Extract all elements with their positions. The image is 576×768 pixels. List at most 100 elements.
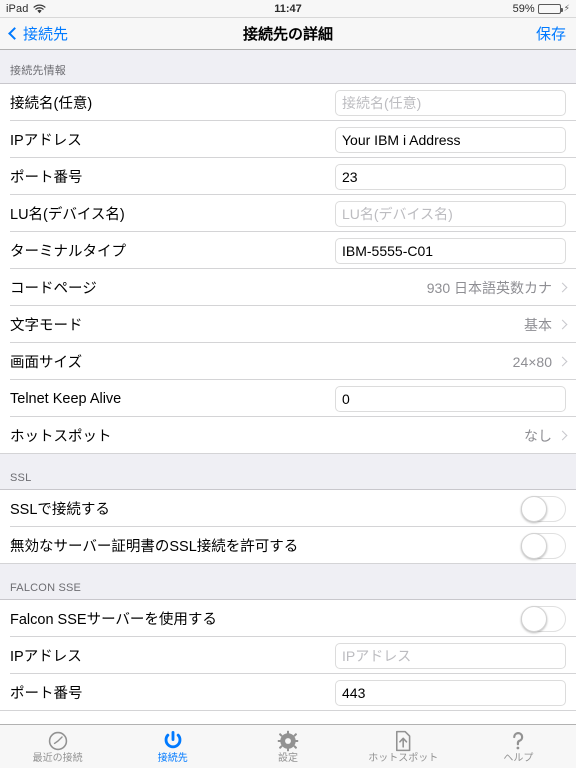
back-button[interactable]: 接続先 — [8, 23, 69, 44]
status-bar-right: 59% ⚡ — [513, 3, 570, 15]
settings-row: 接続名(任意) 接続名(任意) — [0, 84, 576, 121]
text-input[interactable]: 接続名(任意) — [335, 89, 566, 116]
settings-row-label: IPアドレス — [10, 133, 82, 149]
settings-row-label: 無効なサーバー証明書のSSL接続を許可する — [10, 539, 299, 555]
settings-row-label: SSLで接続する — [10, 502, 110, 518]
settings-row: ポート番号 443 — [0, 674, 576, 711]
battery-percent-label: 59% — [512, 2, 535, 15]
page-title: 接続先の詳細 — [242, 26, 333, 43]
settings-row-label: Falcon SSEサーバーを使用する — [10, 612, 217, 628]
settings-row-label: LU名(デバイス名) — [10, 207, 125, 223]
ipad-screen: iPad 11:47 59% ⚡ 接続先 接続先の詳細 保存 接続先情報 接続名… — [0, 0, 576, 768]
settings-row-value: なし — [524, 426, 568, 446]
text-input[interactable]: IPアドレス — [335, 642, 566, 669]
settings-row: IPアドレス Your IBM i Address — [0, 121, 576, 158]
toggle-knob — [521, 532, 547, 559]
power-icon — [162, 729, 184, 752]
settings-row-value: LU名(デバイス名) — [335, 200, 566, 227]
text-input[interactable]: 23 — [335, 163, 566, 190]
settings-table: 接続先情報接続名(任意) 接続名(任意) IPアドレス Your IBM i Addr… — [0, 50, 576, 724]
settings-row[interactable]: 文字モード 基本 — [0, 306, 576, 343]
save-button[interactable]: 保存 — [536, 23, 566, 44]
document-upload-icon — [392, 729, 414, 752]
settings-row-label: ホットスポット — [10, 429, 112, 445]
text-input[interactable]: Your IBM i Address — [335, 126, 566, 153]
tab-label: 接続先 — [157, 753, 188, 764]
navigation-bar: 接続先 接続先の詳細 保存 — [0, 18, 576, 50]
chevron-right-icon — [557, 282, 568, 293]
wifi-icon — [33, 4, 46, 14]
toggle-knob — [521, 605, 547, 632]
settings-row: SSLで接続する — [0, 490, 576, 527]
settings-row-label: 文字モード — [10, 318, 83, 334]
tab-label: 最近の接続 — [32, 753, 83, 764]
toggle-switch[interactable] — [521, 495, 566, 522]
settings-row: Falcon SSEサーバーを使用する — [0, 600, 576, 637]
detail-value-label: 基本 — [524, 316, 552, 333]
toggle-knob — [521, 495, 547, 522]
detail-value-label: 24×80 — [512, 353, 552, 370]
text-input[interactable]: LU名(デバイス名) — [335, 200, 566, 227]
settings-row-value: 23 — [335, 163, 566, 190]
settings-row: 無効なサーバー証明書のSSL接続を許可する — [0, 527, 576, 564]
tab-gear[interactable]: 設定 — [230, 725, 345, 768]
settings-row-value — [521, 605, 566, 632]
settings-row[interactable]: ホットスポット なし — [0, 417, 576, 454]
battery-icon — [537, 3, 563, 14]
settings-row-value — [521, 495, 566, 522]
settings-row-label: 接続名(任意) — [10, 96, 93, 112]
text-input[interactable]: 0 — [335, 385, 566, 412]
settings-row-value: IBM-5555-C01 — [335, 237, 566, 264]
settings-row-value: IPアドレス — [335, 642, 566, 669]
back-button-label: 接続先 — [23, 26, 69, 43]
settings-row-label: ターミナルタイプ — [10, 244, 126, 260]
text-input[interactable]: IBM-5555-C01 — [335, 237, 566, 264]
detail-value-label: なし — [524, 427, 552, 444]
text-input[interactable]: 443 — [335, 679, 566, 706]
settings-row-label: IPアドレス — [10, 649, 82, 665]
status-bar-clock: 11:47 — [274, 2, 302, 15]
settings-row-value — [521, 532, 566, 559]
tab-question-mark[interactable]: ヘルプ — [461, 725, 576, 768]
settings-row-label: コードページ — [10, 281, 97, 297]
toggle-switch[interactable] — [521, 605, 566, 632]
settings-row-label: 画面サイズ — [10, 355, 83, 371]
settings-row[interactable]: 画面サイズ 24×80 — [0, 343, 576, 380]
settings-row-value: 0 — [335, 385, 566, 412]
tab-power[interactable]: 接続先 — [115, 725, 230, 768]
chevron-right-icon — [557, 319, 568, 330]
lightning-bolt-icon: ⚡ — [563, 3, 570, 13]
settings-row: ポート番号 23 — [0, 158, 576, 195]
tab-bar: 最近の接続 接続先 設定 ホットスポット ヘルプ — [0, 724, 576, 768]
detail-value-label: 930 日本語英数カナ — [426, 279, 552, 296]
chevron-right-icon — [557, 430, 568, 441]
settings-row-label: ポート番号 — [10, 170, 83, 186]
settings-row-value: 24×80 — [512, 353, 568, 370]
settings-row: ターミナルタイプ IBM-5555-C01 — [0, 232, 576, 269]
chevron-left-icon — [8, 27, 21, 40]
section-header: SSL — [0, 454, 576, 490]
carrier-label: iPad — [6, 2, 29, 15]
tab-label: ヘルプ — [503, 753, 534, 764]
tab-label: ホットスポット — [368, 753, 439, 764]
settings-row-value: 443 — [335, 679, 566, 706]
settings-row-label: ポート番号 — [10, 686, 83, 702]
question-mark-icon — [507, 729, 529, 752]
chevron-right-icon — [557, 356, 568, 367]
toggle-switch[interactable] — [521, 532, 566, 559]
tab-clock[interactable]: 最近の接続 — [0, 725, 115, 768]
settings-row-value: 930 日本語英数カナ — [426, 278, 568, 298]
status-bar-left: iPad — [6, 3, 46, 15]
settings-row-label: Telnet Keep Alive — [10, 390, 122, 407]
settings-row-value: Your IBM i Address — [335, 126, 566, 153]
settings-row: IPアドレス IPアドレス — [0, 637, 576, 674]
settings-row-value: 基本 — [524, 315, 568, 335]
section-header: FALCON SSE — [0, 564, 576, 600]
settings-row[interactable]: コードページ 930 日本語英数カナ — [0, 269, 576, 306]
clock-icon — [47, 729, 69, 752]
tab-document-upload[interactable]: ホットスポット — [346, 725, 461, 768]
status-bar: iPad 11:47 59% ⚡ — [0, 0, 576, 18]
section-header: 接続先情報 — [0, 50, 576, 84]
gear-icon — [277, 729, 299, 752]
tab-label: 設定 — [278, 753, 298, 764]
